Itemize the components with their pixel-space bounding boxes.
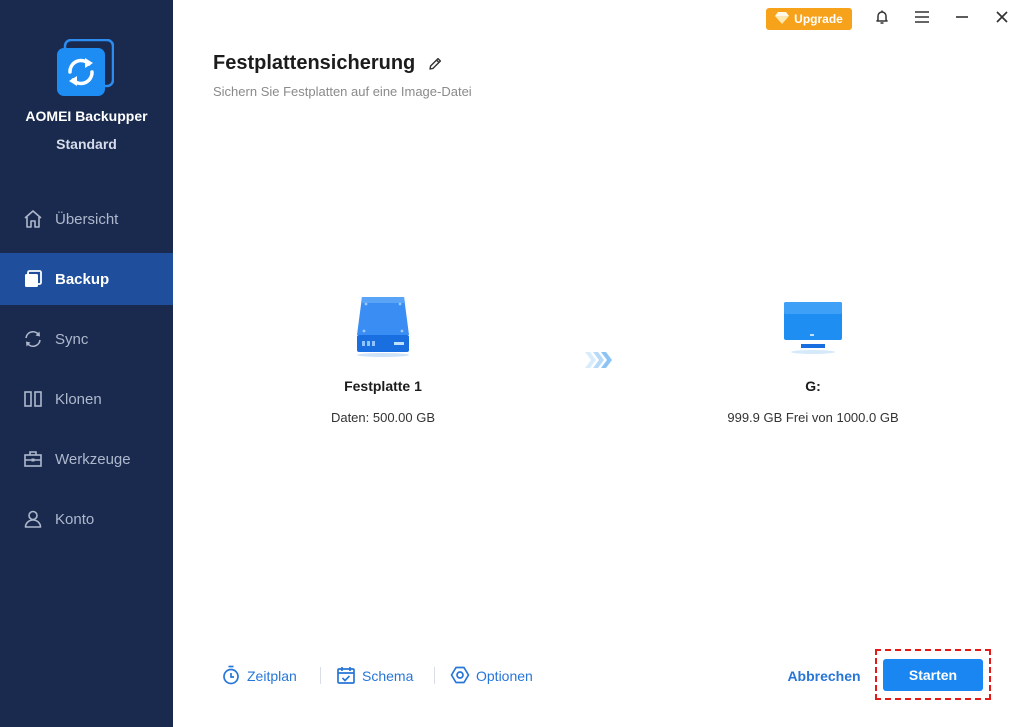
close-icon [995,10,1009,29]
sidebar: AOMEI Backupper Standard Übersicht Backu… [0,0,173,727]
sidebar-item-account[interactable]: Konto [0,493,173,545]
app-name: AOMEI Backupper [25,108,148,124]
scheme-button[interactable]: Schema [336,664,413,688]
source-disk-name[interactable]: Festplatte 1 [263,378,503,394]
close-button[interactable] [991,8,1013,30]
sidebar-item-tools[interactable]: Werkzeuge [0,433,173,485]
footer-divider [434,667,435,684]
upgrade-button[interactable]: Upgrade [766,8,852,30]
source-panel[interactable]: Festplatte 1 Daten: 500.00 GB [263,291,503,425]
upgrade-label: Upgrade [794,12,843,26]
target-destination-name[interactable]: G: [693,378,933,394]
target-panel[interactable]: G: 999.9 GB Frei von 1000.0 GB [693,291,933,425]
sidebar-item-label: Sync [55,330,89,348]
target-destination-info: 999.9 GB Frei von 1000.0 GB [727,410,899,425]
options-label: Optionen [476,668,533,684]
clone-icon [22,388,44,410]
backup-icon [22,268,44,290]
start-button[interactable]: Starten [883,659,983,691]
monitor-destination-icon [693,291,933,361]
settings-hexagon-icon [450,665,476,688]
page-subtitle: Sichern Sie Festplatten auf eine Image-D… [213,84,472,99]
sidebar-item-label: Konto [55,510,95,528]
schedule-button[interactable]: Zeitplan [221,664,297,688]
cancel-button[interactable]: Abbrechen [784,665,864,687]
sync-icon [22,328,44,350]
sidebar-item-clone[interactable]: Klonen [0,373,173,425]
sidebar-item-overview[interactable]: Übersicht [0,193,173,245]
notification-bell-button[interactable] [871,8,893,30]
toolbox-icon [22,448,44,470]
scheme-label: Schema [362,668,414,684]
schedule-label: Zeitplan [247,668,297,684]
footer-divider [320,667,321,684]
sidebar-item-label: Übersicht [55,210,119,228]
options-button[interactable]: Optionen [450,664,533,688]
user-icon [22,508,44,530]
hard-disk-icon [263,291,503,361]
diamond-icon [775,11,790,27]
home-icon [22,208,44,230]
hamburger-menu-icon [915,10,929,28]
minimize-button[interactable] [951,8,973,30]
menu-button[interactable] [911,8,933,30]
chevron-arrows-icon [583,350,615,370]
sidebar-item-label: Werkzeuge [55,450,131,468]
app-edition: Standard [56,136,117,152]
stopwatch-icon [221,665,247,688]
sidebar-item-label: Backup [55,270,110,288]
sidebar-item-backup[interactable]: Backup [0,253,173,305]
sidebar-item-label: Klonen [55,390,102,408]
page-header: Festplattensicherung [213,52,443,75]
edit-pencil-icon[interactable] [427,56,443,72]
minimize-icon [955,10,969,28]
bell-icon [874,9,890,30]
source-disk-info: Daten: 500.00 GB [330,410,436,425]
app-logo-icon [56,38,115,97]
sidebar-item-sync[interactable]: Sync [0,313,173,365]
page-title: Festplattensicherung [213,52,416,74]
calendar-check-icon [336,665,362,688]
